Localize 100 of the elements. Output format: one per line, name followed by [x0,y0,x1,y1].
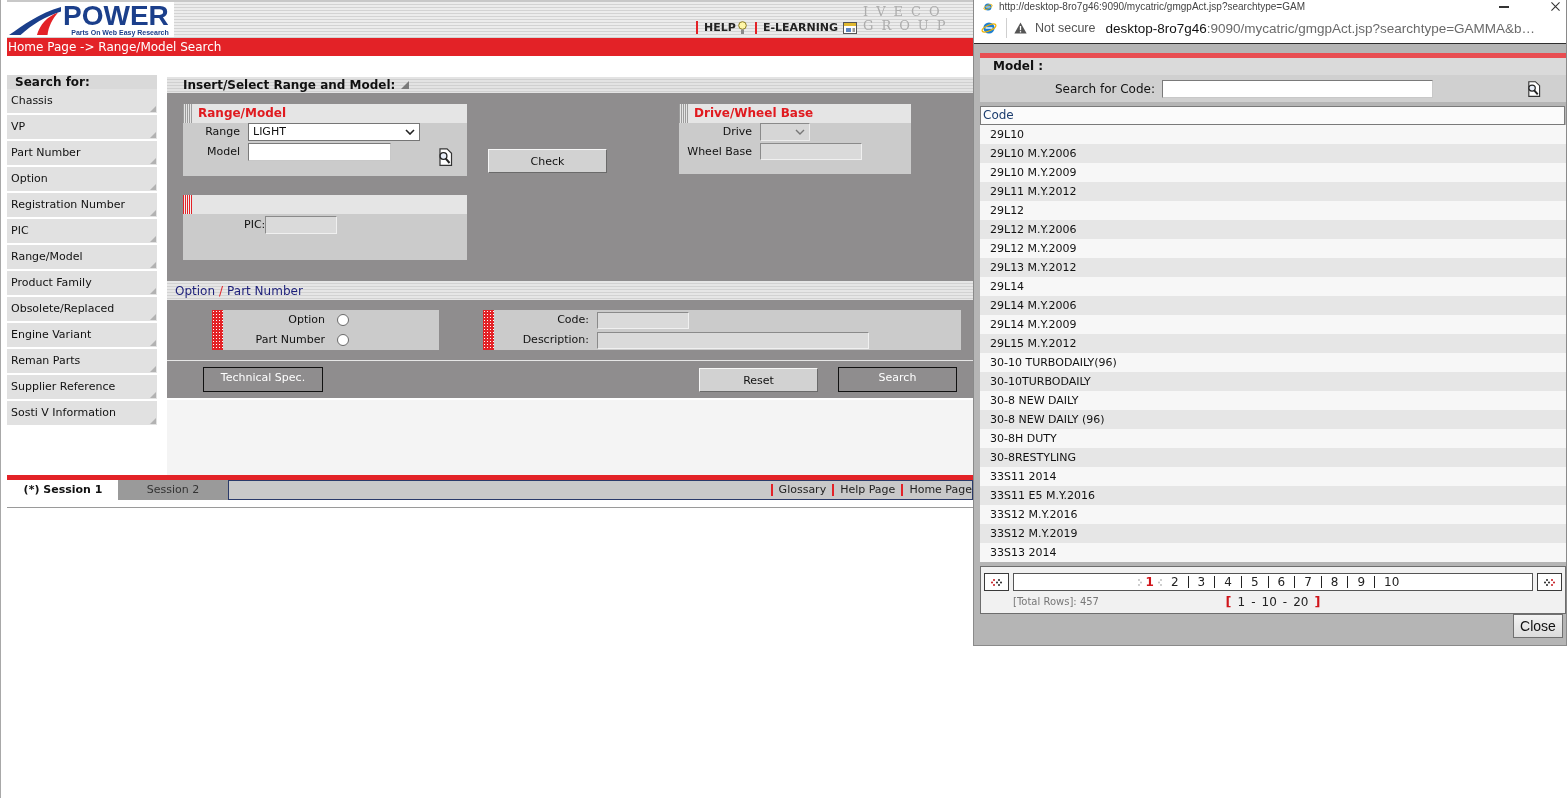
sidebar-item[interactable]: Registration Number [7,193,157,219]
list-row[interactable]: 29L13 M.Y.2012 [980,258,1566,277]
field-label: Model [205,144,240,160]
reset-button[interactable]: Reset [699,368,818,392]
list-row[interactable]: 30-8 NEW DAILY (96) [980,410,1566,429]
page-size-link[interactable]: 1 [1237,594,1246,609]
page-link[interactable]: 10 [1375,576,1409,588]
sidebar-item[interactable]: Obsolete/Replaced [7,297,157,323]
corner-triangle-icon [150,210,156,216]
corner-triangle-icon [150,184,156,190]
address-bar[interactable]: Not secure desktop-8ro7g46:9090/mycatric/gmgpAct.jsp?searchtype=GAMMA&b… [974,13,1566,44]
sidebar-item[interactable]: VP [7,115,157,141]
session-tab[interactable]: Session 2 [118,480,228,500]
list-row[interactable]: 30-8H DUTY [980,429,1566,448]
page-link[interactable]: 4 [1215,576,1242,588]
help-link[interactable]: HELP [696,21,747,34]
double-chevron-right-icon [1544,578,1555,586]
search-icon[interactable] [1526,80,1541,97]
minimize-icon[interactable] [1499,5,1509,8]
section-heading: Model : [980,58,1566,75]
previous-page-button[interactable] [984,573,1009,591]
list-row[interactable]: 29L10 M.Y.2009 [980,163,1566,182]
list-row[interactable]: 33S12 M.Y.2016 [980,505,1566,524]
list-row[interactable]: 29L14 M.Y.2009 [980,315,1566,334]
list-row[interactable]: 30-8 NEW DAILY [980,391,1566,410]
list-row[interactable]: 29L10 M.Y.2006 [980,144,1566,163]
next-page-button[interactable] [1537,573,1562,591]
list-row[interactable]: 30-8RESTYLING [980,448,1566,467]
sidebar-item[interactable]: Sosti V Information [7,401,157,427]
page-link[interactable]: 8 [1321,576,1349,588]
list-row[interactable]: 30-10 TURBODAILY(96) [980,353,1566,372]
radio-button[interactable] [337,314,349,326]
list-row[interactable]: 29L11 M.Y.2012 [980,182,1566,201]
sidebar-item[interactable]: Engine Variant [7,323,157,349]
list-row[interactable]: 29L12 M.Y.2006 [980,220,1566,239]
page-link[interactable]: 2 [1161,576,1189,588]
corner-triangle-icon [150,340,156,346]
corner-triangle-icon [150,314,156,320]
page-link[interactable]: 6 [1268,576,1296,588]
dotted-marker-icon [212,310,223,350]
input-field[interactable] [248,143,391,161]
corner-triangle-icon [150,288,156,294]
tab-link[interactable]: Option [175,283,216,298]
list-row[interactable]: 29L10 [980,125,1566,144]
browser-icon [981,20,997,36]
sidebar-item[interactable]: Supplier Reference [7,375,157,401]
radio-label: Option [287,312,325,328]
radio-button[interactable] [337,334,349,346]
close-icon[interactable] [1551,2,1560,11]
sidebar-item[interactable]: Reman Parts [7,349,157,375]
dotted-marker-icon [483,310,494,350]
stripe-marker-icon [183,195,192,214]
chevron-down-icon [795,129,805,135]
footer-link[interactable]: Help Page [832,484,896,496]
chevron-down-icon [405,129,415,135]
sidebar-item[interactable]: Option [7,167,157,193]
page-link[interactable]: 7 [1295,576,1322,588]
dropdown[interactable]: LIGHT [248,123,420,141]
tab-link[interactable]: Part Number [227,283,303,298]
list-row[interactable]: 30-10TURBODAILY [980,372,1566,391]
list-row[interactable]: 29L12 M.Y.2009 [980,239,1566,258]
page-size-link[interactable]: 10 [1261,594,1277,609]
page-link[interactable]: 1 [1141,576,1158,588]
page-size-link[interactable]: 20 [1293,594,1309,609]
search-icon[interactable] [437,148,453,166]
list-row[interactable]: 29L14 [980,277,1566,296]
footer-link[interactable]: Glossary [770,484,827,496]
page-link[interactable]: 9 [1348,576,1376,588]
corner-triangle-icon [150,236,156,242]
close-button[interactable]: Close [1513,614,1563,638]
panel-title: Drive/Wheel Base [693,105,814,122]
list-row[interactable]: 33S11 E5 M.Y.2016 [980,486,1566,505]
list-row[interactable]: 29L12 [980,201,1566,220]
sidebar-title: Search for: [7,75,157,89]
list-row[interactable]: 29L14 M.Y.2006 [980,296,1566,315]
sidebar-item[interactable]: Part Number [7,141,157,167]
sidebar-item[interactable]: PIC [7,219,157,245]
page-link[interactable]: 5 [1241,576,1269,588]
warning-icon [1014,22,1027,34]
check-button[interactable]: Check [488,149,607,173]
sidebar-item[interactable]: Range/Model [7,245,157,271]
window-title: http://desktop-8ro7g46:9090/mycatric/gmgpAct.jsp?searchtype=GAM [999,0,1305,13]
bracket-text: [ [1225,594,1232,609]
swoosh-logo-icon [9,4,61,35]
e-learning-link[interactable]: E-LEARNING [754,22,857,34]
page-link[interactable]: 3 [1188,576,1216,588]
list-row[interactable]: 29L15 M.Y.2012 [980,334,1566,353]
list-row[interactable]: 33S12 M.Y.2019 [980,524,1566,543]
field-label: Wheel Base [686,144,752,160]
list-row[interactable]: 33S13 2014 [980,543,1566,562]
field-label: Code: [556,312,589,328]
tab-separator: / [218,283,225,298]
sidebar-item[interactable]: Product Family [7,271,157,297]
field-label: Description: [521,332,589,348]
double-chevron-left-icon [991,578,1002,586]
input-field[interactable] [1162,79,1433,98]
corner-triangle-icon [150,158,156,164]
list-row[interactable]: 33S11 2014 [980,467,1566,486]
corner-triangle-icon [150,366,156,372]
sidebar-item[interactable]: Chassis [7,89,157,115]
